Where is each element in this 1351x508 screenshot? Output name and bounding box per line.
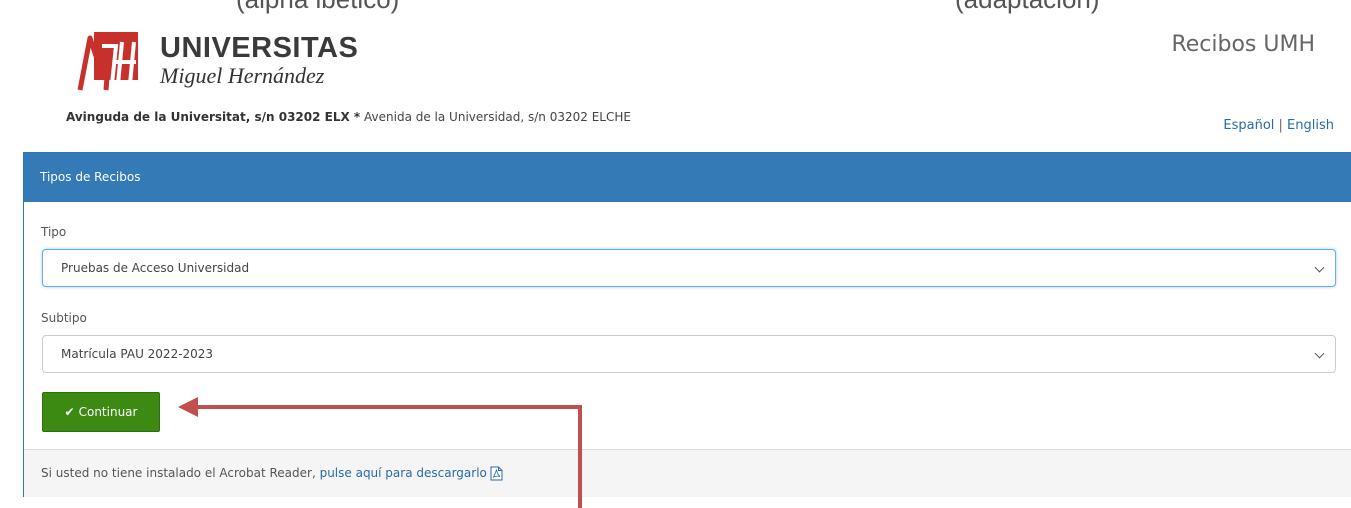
- address-valencian: Avinguda de la Universitat, s/n 03202 EL…: [66, 110, 361, 124]
- umh-logo[interactable]: UNIVERSITAS Miguel Hernández: [76, 28, 358, 92]
- receipt-types-panel: Tipos de Recibos Tipo Pruebas de Acceso …: [23, 152, 1351, 497]
- app-title: Recibos UMH: [1171, 32, 1315, 57]
- address-spanish: Avenida de la Universidad, s/n 03202 ELC…: [360, 110, 631, 124]
- umh-logo-mark-icon: [77, 32, 138, 91]
- subtipo-select[interactable]: Matrícula PAU 2022-2023: [42, 335, 1336, 373]
- panel-heading: Tipos de Recibos: [24, 153, 1351, 202]
- cropped-text-right: (adaptacion): [955, 0, 1100, 14]
- continue-button[interactable]: ✔ Continuar: [42, 392, 160, 432]
- logo-title: UNIVERSITAS: [160, 31, 359, 64]
- tipo-selected-value: Pruebas de Acceso Universidad: [61, 261, 250, 275]
- cropped-text-left: (alpha ibetico): [236, 0, 399, 14]
- lang-english-link[interactable]: English: [1287, 118, 1334, 133]
- chevron-down-icon: [1314, 262, 1325, 273]
- tipo-label: Tipo: [41, 225, 67, 239]
- logo-subtitle: Miguel Hernández: [160, 62, 325, 88]
- subtipo-selected-value: Matrícula PAU 2022-2023: [61, 347, 214, 361]
- check-icon: ✔: [64, 405, 75, 419]
- address: Avinguda de la Universitat, s/n 03202 EL…: [66, 110, 631, 124]
- tipo-select[interactable]: Pruebas de Acceso Universidad: [42, 249, 1336, 287]
- panel-footer: Si usted no tiene instalado el Acrobat R…: [24, 449, 1351, 497]
- footer-text: Si usted no tiene instalado el Acrobat R…: [41, 466, 320, 480]
- chevron-down-icon: [1314, 348, 1325, 359]
- language-switcher: Español | English: [1223, 118, 1334, 133]
- cropped-top-text: (alpha ibetico) (adaptacion): [0, 0, 1351, 14]
- download-acrobat-link[interactable]: pulse aquí para descargarlo: [320, 466, 487, 480]
- page-header: UNIVERSITAS Miguel Hernández Recibos UMH…: [0, 14, 1351, 152]
- lang-spanish-link[interactable]: Español: [1223, 118, 1274, 133]
- subtipo-label: Subtipo: [41, 311, 87, 325]
- continue-label: Continuar: [78, 405, 138, 419]
- pdf-file-icon[interactable]: [490, 466, 503, 481]
- lang-separator: |: [1274, 118, 1288, 133]
